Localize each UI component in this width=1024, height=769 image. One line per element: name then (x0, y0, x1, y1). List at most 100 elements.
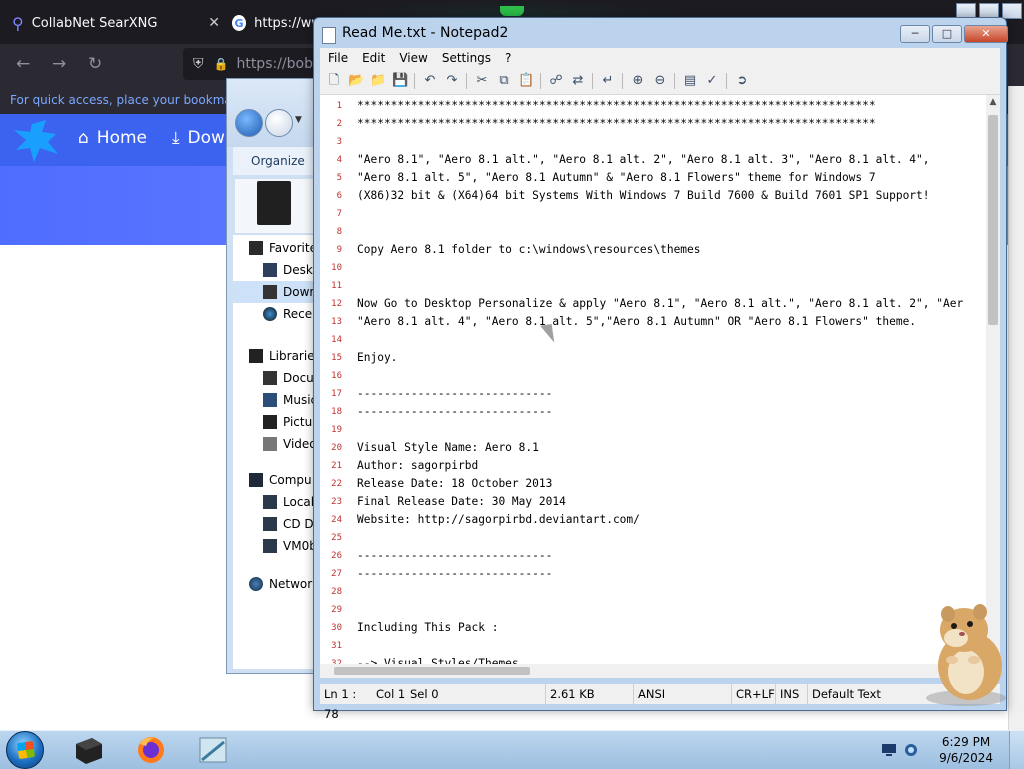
tree-network[interactable]: Networ (249, 573, 312, 595)
code-line[interactable]: Including This Pack : (357, 621, 498, 634)
forward-arrow-icon[interactable]: → (52, 54, 66, 74)
tree-vm-drive[interactable]: VM0b (263, 535, 317, 557)
taskbar-firefox-app[interactable] (134, 734, 168, 766)
code-line[interactable]: Copy Aero 8.1 folder to c:\windows\resou… (357, 243, 701, 256)
favorites-icon (249, 241, 263, 255)
reload-icon[interactable]: ↻ (88, 54, 102, 74)
line-number: 1 (336, 101, 342, 111)
code-line[interactable]: ----------------------------- (357, 405, 552, 418)
chevron-down-icon[interactable]: ▼ (295, 115, 302, 125)
status-size: 2.61 KB (546, 684, 634, 704)
code-line[interactable]: "Aero 8.1 alt. 5", "Aero 8.1 Autumn" & "… (357, 171, 876, 184)
text-editor[interactable]: 1 2 3 4 5 6 7 8 9 10 11 12 13 14 15 16 17 18 19 20 21 22 23 24 2… (320, 95, 986, 664)
nav-downloads-link[interactable]: ⤓ Dow (172, 128, 225, 148)
code-line[interactable]: ----------------------------- (357, 567, 552, 580)
show-desktop-button[interactable] (1009, 731, 1024, 769)
tree-music[interactable]: Music (263, 389, 317, 411)
code-line[interactable]: --> Visual Styles/Themes. (357, 657, 525, 664)
menu-settings[interactable]: Settings (442, 51, 491, 65)
maximize-button[interactable]: □ (932, 25, 962, 43)
taskbar-notepad-app[interactable] (196, 734, 230, 766)
nav-home-link[interactable]: ⌂ Home (78, 128, 147, 148)
zoom-out-icon[interactable]: ⊖ (652, 73, 668, 89)
clock[interactable]: 6:29 PM 9/6/2024 (939, 734, 993, 766)
close-button[interactable]: ✕ (964, 25, 1008, 43)
notepad-titlebar[interactable]: Read Me.txt - Notepad2 ─ □ ✕ (314, 18, 1008, 48)
code-line[interactable]: (X86)32 bit & (X64)64 bit Systems With W… (357, 189, 930, 202)
menu-view[interactable]: View (399, 51, 427, 65)
code-line[interactable]: Website: http://sagorpirbd.deviantart.co… (357, 513, 640, 526)
customize-scheme-icon[interactable]: ✓ (704, 73, 720, 89)
paste-icon[interactable]: 📋 (518, 73, 534, 89)
documents-icon (263, 371, 277, 385)
explorer-nav: ▼ (227, 79, 325, 147)
word-wrap-icon[interactable]: ↵ (600, 73, 616, 89)
code-line[interactable]: Visual Style Name: Aero 8.1 (357, 441, 539, 454)
line-number: 12 (331, 299, 342, 309)
exit-icon[interactable]: ➲ (734, 73, 750, 89)
taskbar-notebook-app[interactable] (72, 734, 106, 766)
tree-favorites[interactable]: Favorite (249, 237, 317, 259)
clock-time: 6:29 PM (941, 735, 991, 749)
shield-icon[interactable]: ⛨ (193, 56, 204, 72)
horizontal-scroll-thumb[interactable] (334, 667, 530, 675)
network-icon (249, 577, 263, 591)
menu-file[interactable]: File (328, 51, 348, 65)
line-number: 15 (331, 353, 342, 363)
save-icon[interactable]: 💾 (392, 73, 408, 89)
menu-edit[interactable]: Edit (362, 51, 385, 65)
copy-icon[interactable]: ⧉ (496, 73, 512, 89)
vertical-scrollbar[interactable]: ▲ (986, 95, 1000, 664)
start-button[interactable] (6, 731, 44, 769)
back-arrow-icon[interactable]: ← (16, 54, 30, 74)
replace-icon[interactable]: ⇄ (570, 73, 586, 89)
tree-desktop[interactable]: Deskt (263, 259, 318, 281)
menu-help[interactable]: ? (505, 51, 511, 65)
browser-scrollbar[interactable] (1008, 86, 1024, 730)
code-line[interactable]: Release Date: 18 October 2013 (357, 477, 552, 490)
tree-local-disk[interactable]: Local (263, 491, 314, 513)
close-tab-icon[interactable]: ✕ (208, 15, 220, 31)
tree-documents[interactable]: Docu (263, 367, 314, 389)
code-line[interactable]: Final Release Date: 30 May 2014 (357, 495, 566, 508)
scheme-icon[interactable]: ▤ (682, 73, 698, 89)
code-line[interactable]: Enjoy. (357, 351, 397, 364)
file-preview (235, 179, 323, 233)
toolbar-separator (674, 73, 675, 89)
cut-icon[interactable]: ✂ (474, 73, 490, 89)
network-status-icon[interactable] (903, 743, 919, 757)
code-line[interactable]: "Aero 8.1", "Aero 8.1 alt.", "Aero 8.1 a… (357, 153, 930, 166)
vertical-scroll-thumb[interactable] (988, 115, 998, 325)
browser-tab-google[interactable]: G https://ww (232, 8, 322, 38)
explorer-back-button[interactable] (235, 109, 263, 137)
zoom-in-icon[interactable]: ⊕ (630, 73, 646, 89)
tree-libraries[interactable]: Librarie (249, 345, 315, 367)
code-line[interactable]: ----------------------------- (357, 549, 552, 562)
find-icon[interactable]: ☍ (548, 73, 564, 89)
new-file-icon[interactable]: 🗋 (326, 73, 342, 89)
code-line[interactable]: Author: sagorpirbd (357, 459, 478, 472)
explorer-forward-button[interactable] (265, 109, 293, 137)
tree-pictures[interactable]: Pictu (263, 411, 312, 433)
tree-cd-drive[interactable]: CD D (263, 513, 314, 535)
redo-icon[interactable]: ↷ (444, 73, 460, 89)
code-line[interactable]: ****************************************… (357, 99, 876, 112)
browse-icon[interactable]: 📁 (370, 73, 386, 89)
bg-close-button[interactable] (1002, 3, 1022, 19)
open-folder-icon[interactable]: 📂 (348, 73, 364, 89)
tree-videos[interactable]: Video (263, 433, 317, 455)
tree-recent[interactable]: Recer (263, 303, 317, 325)
horizontal-scrollbar[interactable] (320, 664, 986, 678)
minimize-button[interactable]: ─ (900, 25, 930, 43)
code-line[interactable]: ****************************************… (357, 117, 876, 130)
scroll-up-icon[interactable]: ▲ (986, 95, 1000, 109)
browser-tab-searxng[interactable]: ⚲ CollabNet SearXNG ✕ (4, 8, 224, 38)
code-line[interactable]: "Aero 8.1 alt. 4", "Aero 8.1 alt. 5","Ae… (357, 315, 916, 328)
undo-icon[interactable]: ↶ (422, 73, 438, 89)
organize-button[interactable]: Organize (251, 154, 305, 168)
lock-icon[interactable]: 🔒 (214, 57, 229, 71)
code-line[interactable]: Now Go to Desktop Personalize & apply "A… (357, 297, 963, 310)
tree-computer[interactable]: Compu (249, 469, 312, 491)
monitor-icon[interactable] (881, 743, 897, 757)
code-line[interactable]: ----------------------------- (357, 387, 552, 400)
